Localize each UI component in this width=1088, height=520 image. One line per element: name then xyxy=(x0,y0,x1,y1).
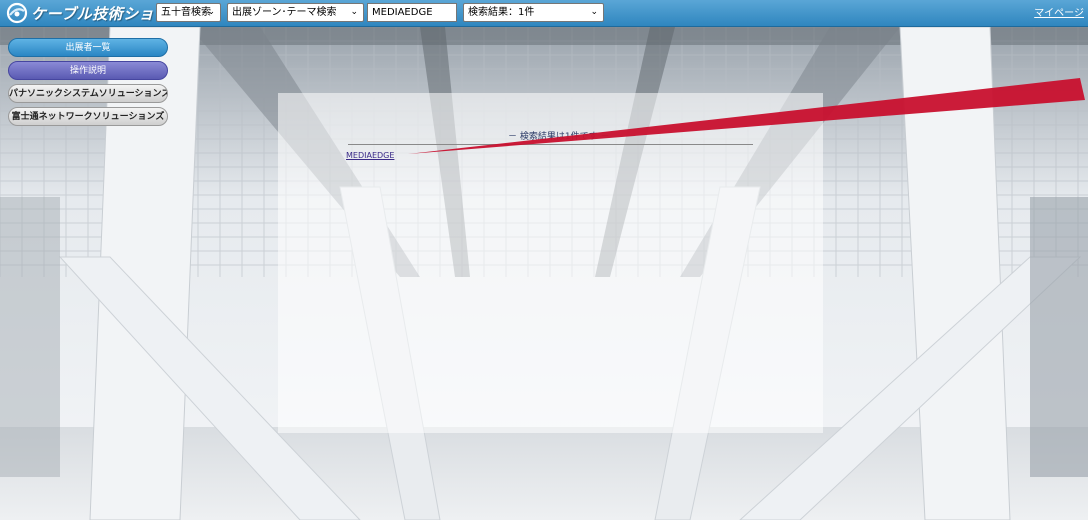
side-menu: 出展者一覧 操作説明 パナソニックシステムソリューションズジャパン 富士通ネット… xyxy=(8,38,168,130)
chevron-down-icon: ⌄ xyxy=(207,7,215,17)
search-results-select[interactable]: 検索結果：1件 ⌄ xyxy=(463,3,604,22)
search-results-value: 検索結果：1件 xyxy=(468,7,535,18)
instructions-button[interactable]: 操作説明 xyxy=(8,61,168,80)
company-button-fujitsu[interactable]: 富士通ネットワークソリューションズ xyxy=(8,107,168,126)
syllabary-search-value: 五十音検索 xyxy=(161,7,211,18)
chevron-down-icon: ⌄ xyxy=(350,7,358,17)
chevron-down-icon: ⌄ xyxy=(590,7,598,17)
keyword-search-input[interactable] xyxy=(367,3,457,22)
result-divider xyxy=(348,144,753,145)
top-bar: ケーブル技術ショー 五十音検索 ⌄ 出展ゾーン･テーマ検索 ⌄ 検索結果：1件 … xyxy=(0,0,1088,27)
company-button-panasonic[interactable]: パナソニックシステムソリューションズジャパン xyxy=(8,84,168,103)
logo-text: ケーブル技術ショー xyxy=(31,4,170,23)
search-result-panel: － 検索結果は1件です － MEDIAEDGE xyxy=(278,93,823,433)
result-link-mediaedge[interactable]: MEDIAEDGE xyxy=(346,151,394,160)
search-result-title: － 検索結果は1件です － xyxy=(508,132,610,142)
syllabary-search-select[interactable]: 五十音検索 ⌄ xyxy=(156,3,221,22)
site-logo[interactable]: ケーブル技術ショー xyxy=(6,2,170,24)
mypage-link[interactable]: マイページ xyxy=(1034,4,1084,19)
exhibitor-list-button[interactable]: 出展者一覧 xyxy=(8,38,168,57)
zone-theme-search-value: 出展ゾーン･テーマ検索 xyxy=(232,7,337,18)
logo-swirl-icon xyxy=(6,2,28,24)
zone-theme-search-select[interactable]: 出展ゾーン･テーマ検索 ⌄ xyxy=(227,3,364,22)
